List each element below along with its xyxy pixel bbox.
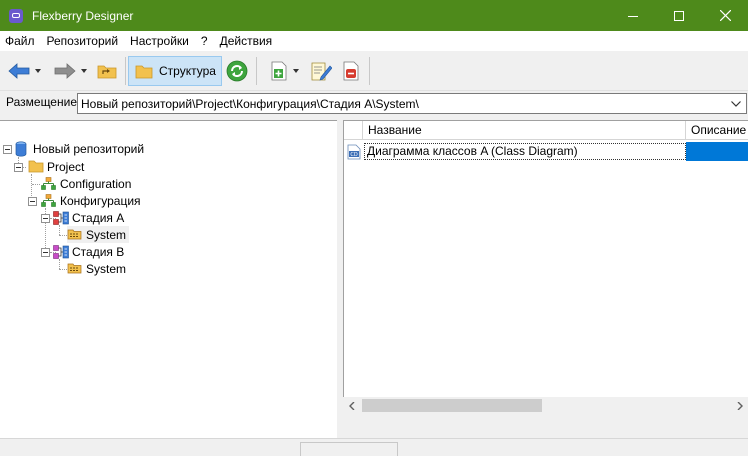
status-bar [0, 438, 748, 456]
window-title: Flexberry Designer [32, 8, 134, 23]
close-icon [719, 10, 731, 21]
tree-node-system-b[interactable]: System [67, 260, 126, 277]
tree-node-configuration[interactable]: Configuration [41, 175, 131, 192]
list-row[interactable]: CD Диаграмма классов A (Class Diagram) [344, 142, 748, 161]
menu-repository[interactable]: Репозиторий [41, 31, 125, 51]
database-icon [15, 140, 27, 157]
stage-icon [53, 210, 69, 225]
edit-icon [311, 62, 332, 81]
tree-label-stage-b: Стадия B [72, 244, 125, 259]
svg-text:CD: CD [350, 152, 357, 158]
location-value: Новый репозиторий\Project\Конфигурация\С… [81, 97, 419, 111]
menu-bar: Файл Репозиторий Настройки ? Действия [0, 31, 748, 51]
tree-label-system-b: System [86, 261, 127, 276]
forward-arrow-icon [54, 63, 76, 79]
refresh-button[interactable] [224, 56, 250, 86]
hierarchy-icon [41, 194, 56, 207]
back-button[interactable] [4, 56, 44, 86]
tree-label-repository: Новый репозиторий [33, 141, 145, 156]
structure-button[interactable]: Структура [128, 56, 222, 86]
minimize-button[interactable] [610, 0, 656, 31]
collapse-toggle-project[interactable] [14, 163, 23, 172]
collapse-toggle-root[interactable] [3, 145, 12, 154]
scroll-left-icon[interactable] [346, 400, 357, 411]
menu-file[interactable]: Файл [0, 31, 41, 51]
header-description-column[interactable]: Описание [686, 121, 748, 140]
tree-node-stage-a[interactable]: Стадия A [53, 209, 124, 226]
collapse-toggle-stage-b[interactable] [41, 248, 50, 257]
toolbar: Структура [0, 51, 748, 91]
tree-node-system-a[interactable]: System [67, 226, 130, 243]
package-icon [67, 229, 82, 240]
header-icon-column[interactable] [344, 121, 363, 140]
class-diagram-icon: CD [347, 144, 361, 160]
new-item-button[interactable] [264, 56, 304, 86]
hierarchy-icon [41, 177, 56, 190]
forward-button[interactable] [50, 56, 90, 86]
tree-node-konfiguratsiya[interactable]: Конфигурация [41, 192, 141, 209]
menu-help[interactable]: ? [195, 31, 214, 51]
package-icon [67, 263, 82, 274]
list-header: Название Описание [344, 121, 748, 140]
scroll-right-icon[interactable] [734, 400, 745, 411]
location-row: Размещение Новый репозиторий\Project\Кон… [0, 91, 748, 117]
maximize-button[interactable] [656, 0, 702, 31]
collapse-toggle-konfig[interactable] [28, 197, 37, 206]
forward-dropdown-icon[interactable] [80, 69, 87, 73]
row-name-cell[interactable]: Диаграмма классов A (Class Diagram) [364, 143, 686, 160]
scrollbar-thumb[interactable] [362, 399, 542, 412]
new-item-dropdown-icon[interactable] [293, 69, 299, 73]
folder-icon [28, 160, 44, 173]
menu-actions[interactable]: Действия [214, 31, 279, 51]
tree-label-stage-a: Стадия A [72, 210, 125, 225]
tree-node-project[interactable]: Project [28, 158, 84, 175]
row-description-cell[interactable] [686, 142, 748, 161]
delete-icon [343, 61, 359, 81]
window-controls [610, 0, 748, 31]
up-folder-icon [97, 65, 117, 79]
horizontal-scrollbar[interactable] [343, 397, 748, 414]
back-arrow-icon [7, 63, 29, 79]
tree-label-system-a: System [86, 227, 127, 242]
location-label: Размещение [6, 95, 77, 109]
repository-tree[interactable]: Новый репозиторий Project Configuration … [0, 120, 337, 438]
app-icon [9, 8, 23, 23]
back-dropdown-icon[interactable] [34, 69, 41, 73]
new-document-icon [271, 61, 287, 81]
item-list[interactable]: Название Описание CD Диаграмма классов A… [343, 120, 748, 414]
title-bar: Flexberry Designer [0, 0, 748, 31]
tree-label-konfiguratsiya: Конфигурация [60, 193, 141, 208]
up-folder-button[interactable] [94, 56, 120, 86]
minimize-icon [628, 15, 638, 17]
refresh-icon [226, 60, 248, 82]
header-name-column[interactable]: Название [363, 121, 686, 140]
tree-label-configuration: Configuration [60, 176, 132, 191]
menu-settings[interactable]: Настройки [124, 31, 195, 51]
tree-label-project: Project [47, 159, 85, 174]
stage-icon [53, 244, 69, 259]
close-button[interactable] [702, 0, 748, 31]
delete-button[interactable] [338, 56, 364, 86]
maximize-icon [674, 10, 684, 21]
status-panel [300, 442, 398, 456]
chevron-down-icon[interactable] [729, 97, 743, 111]
edit-button[interactable] [308, 56, 334, 86]
collapse-toggle-stage-a[interactable] [41, 214, 50, 223]
folder-icon [135, 65, 153, 78]
location-combobox[interactable]: Новый репозиторий\Project\Конфигурация\С… [77, 93, 747, 114]
tree-node-repository[interactable]: Новый репозиторий [15, 140, 144, 157]
structure-label: Структура [159, 64, 216, 78]
tree-node-stage-b[interactable]: Стадия B [53, 243, 124, 260]
